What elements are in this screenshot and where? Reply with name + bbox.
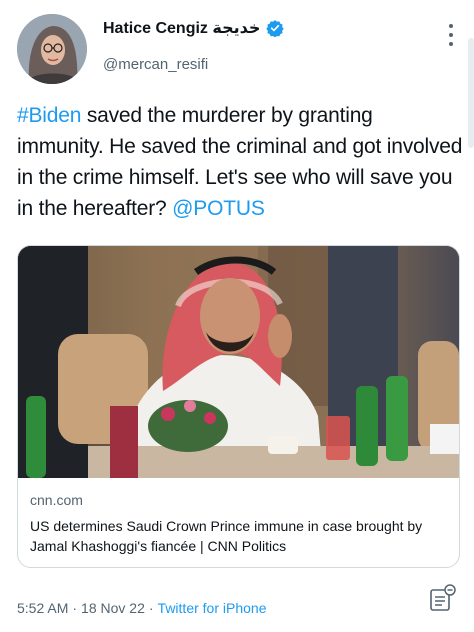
card-domain: cnn.com (30, 492, 83, 508)
more-options-icon[interactable] (447, 24, 455, 46)
tweet-text: #Biden saved the murderer by granting im… (17, 100, 463, 224)
name-row: Hatice Cengiz خديجة (103, 18, 285, 38)
avatar[interactable] (17, 14, 87, 84)
tweet-time[interactable]: 5:52 AM (17, 600, 68, 616)
meta-separator: · (72, 600, 78, 616)
tweet-source[interactable]: Twitter for iPhone (158, 600, 267, 616)
user-handle[interactable]: @mercan_resifi (103, 56, 208, 73)
verified-badge-icon (266, 19, 285, 38)
mention-link[interactable]: @POTUS (172, 197, 265, 220)
meta-separator: · (148, 600, 154, 616)
display-name[interactable]: Hatice Cengiz خديجة (103, 18, 260, 38)
card-title[interactable]: US determines Saudi Crown Prince immune … (30, 516, 450, 556)
tweet-header: Hatice Cengiz خديجة @mercan_resifi (17, 12, 457, 86)
scrollbar[interactable] (468, 38, 474, 148)
card-image[interactable] (18, 246, 459, 478)
tweet-meta: 5:52 AM · 18 Nov 22 · Twitter for iPhone (17, 600, 266, 616)
link-card[interactable]: cnn.com US determines Saudi Crown Prince… (17, 245, 460, 568)
hashtag-link[interactable]: #Biden (17, 104, 81, 127)
tweet-date[interactable]: 18 Nov 22 (81, 600, 145, 616)
analytics-icon[interactable] (428, 584, 456, 614)
